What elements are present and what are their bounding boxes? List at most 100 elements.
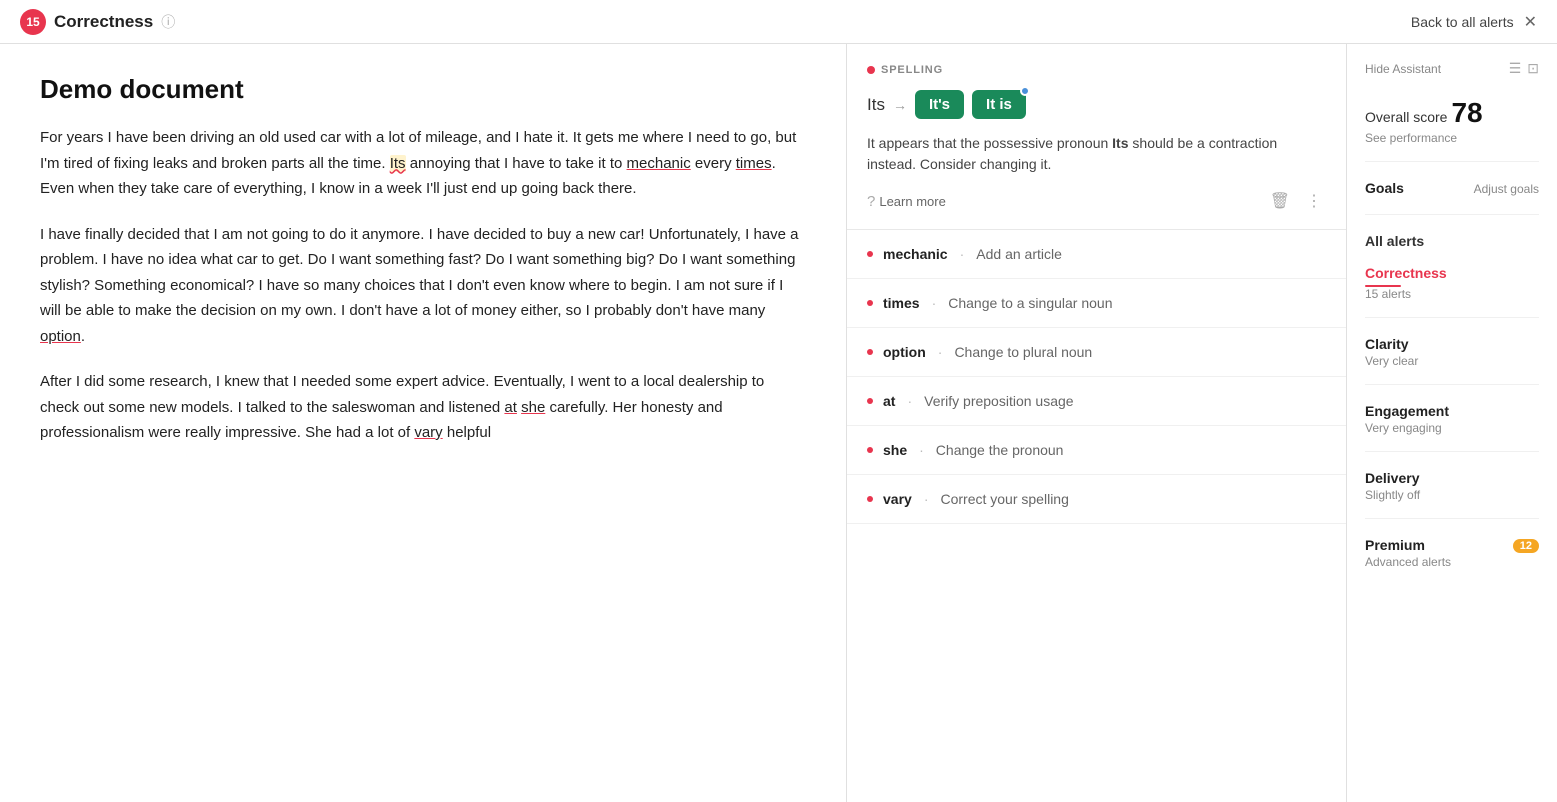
document-body: For years I have been driving an old use… (40, 125, 806, 446)
alert-suggestion: Verify preposition usage (924, 393, 1073, 409)
card-description: It appears that the possessive pronoun I… (867, 133, 1326, 175)
premium-section: Premium 12 Advanced alerts (1365, 537, 1539, 585)
alert-separator: · (938, 344, 943, 360)
card-desc-before: It appears that the possessive pronoun (867, 135, 1112, 151)
alert-item-vary[interactable]: vary · Correct your spelling (847, 475, 1346, 524)
correctness-section: Correctness 15 alerts (1365, 265, 1539, 318)
more-options-button[interactable]: ⋮ (1302, 189, 1326, 213)
document-area: Demo document For years I have been driv… (0, 44, 847, 802)
alert-word: vary (883, 491, 912, 507)
hide-assistant-link[interactable]: Hide Assistant (1365, 62, 1441, 76)
alert-dot (867, 300, 873, 306)
alert-item-she[interactable]: she · Change the pronoun (847, 426, 1346, 475)
overall-score-number: 78 (1451, 97, 1482, 129)
she-underline: she (521, 399, 545, 416)
info-icon[interactable]: ⓘ (161, 12, 175, 32)
alert-dot (867, 398, 873, 404)
top-bar: 15 Correctness ⓘ Back to all alerts ✕ (0, 0, 1557, 44)
alert-dot (867, 349, 873, 355)
alert-dot (867, 496, 873, 502)
option-underline: option (40, 328, 81, 345)
alert-suggestion: Change the pronoun (936, 442, 1064, 458)
at-underline: at (504, 399, 517, 416)
alert-item-option[interactable]: option · Change to plural noun (847, 328, 1346, 377)
middle-panel: SPELLING Its → It's It is It appears tha… (847, 44, 1347, 802)
delivery-nav-title[interactable]: Delivery (1365, 470, 1419, 486)
spelling-label-text: SPELLING (881, 64, 943, 76)
correctness-nav-title[interactable]: Correctness (1365, 265, 1447, 281)
alert-separator: · (907, 393, 912, 409)
arrow-icon: → (893, 97, 907, 113)
card-actions: 🗑 ⋮ (1266, 189, 1326, 213)
spelling-card: SPELLING Its → It's It is It appears tha… (847, 44, 1346, 230)
goals-section: Goals Adjust goals (1365, 180, 1539, 215)
clarity-section: Clarity Very clear (1365, 336, 1539, 385)
premium-row: Premium 12 (1365, 537, 1539, 555)
its-highlight[interactable]: Its (390, 155, 406, 172)
list-icon: ☰ (1509, 60, 1522, 77)
right-sidebar: Hide Assistant ☰ ⊡ Overall score 78 See … (1347, 44, 1557, 802)
sidebar-icons: ☰ ⊡ (1509, 60, 1539, 77)
alert-separator: · (924, 491, 929, 507)
spelling-label-row: SPELLING (867, 64, 1326, 76)
alert-suggestion: Change to a singular noun (948, 295, 1112, 311)
alert-suggestion: Add an article (976, 246, 1062, 262)
score-value-row: Overall score 78 (1365, 97, 1539, 129)
card-footer: ? Learn more 🗑 ⋮ (867, 189, 1326, 213)
engagement-section: Engagement Very engaging (1365, 403, 1539, 452)
suggestion-btn-2[interactable]: It is (972, 90, 1026, 119)
adjust-goals-link[interactable]: Adjust goals (1474, 182, 1539, 196)
clarity-nav-title[interactable]: Clarity (1365, 336, 1409, 352)
main-layout: Demo document For years I have been driv… (0, 44, 1557, 802)
all-alerts-nav: All alerts (1365, 233, 1539, 251)
learn-more-link[interactable]: ? Learn more (867, 193, 946, 210)
times-underline: times (736, 155, 772, 172)
top-bar-title: Correctness (54, 12, 153, 32)
alert-separator: · (919, 442, 924, 458)
alert-suggestion: Change to plural noun (954, 344, 1092, 360)
back-to-all-alerts-link[interactable]: Back to all alerts (1411, 14, 1514, 30)
goals-title[interactable]: Goals (1365, 180, 1404, 196)
alert-word: she (883, 442, 907, 458)
top-bar-right: Back to all alerts ✕ (1411, 12, 1537, 32)
score-section: Overall score 78 See performance (1365, 97, 1539, 162)
premium-badge: 12 (1513, 539, 1539, 553)
engagement-sub: Very engaging (1365, 421, 1539, 435)
correctness-alerts-count: 15 alerts (1365, 287, 1539, 301)
all-alerts-link[interactable]: All alerts (1365, 233, 1424, 249)
premium-nav-title[interactable]: Premium (1365, 537, 1425, 553)
top-bar-left: 15 Correctness ⓘ (20, 9, 175, 35)
vary-underline: vary (414, 424, 442, 441)
question-icon: ? (867, 193, 875, 210)
suggestion-row: Its → It's It is (867, 90, 1326, 119)
mechanic-underline: mechanic (627, 155, 691, 172)
alert-word: mechanic (883, 246, 948, 262)
close-button[interactable]: ✕ (1524, 12, 1537, 32)
alert-dot (867, 447, 873, 453)
suggestion-btn-1[interactable]: It's (915, 90, 964, 119)
delivery-sub: Slightly off (1365, 488, 1539, 502)
alert-word: times (883, 295, 920, 311)
alert-item-at[interactable]: at · Verify preposition usage (847, 377, 1346, 426)
original-word: Its (867, 95, 885, 115)
layout-icon: ⊡ (1527, 60, 1539, 77)
alert-dot (867, 251, 873, 257)
paragraph-1: For years I have been driving an old use… (40, 125, 806, 202)
alert-separator: · (960, 246, 965, 262)
delete-button[interactable]: 🗑 (1266, 189, 1294, 213)
alert-item-times[interactable]: times · Change to a singular noun (847, 279, 1346, 328)
engagement-nav-title[interactable]: Engagement (1365, 403, 1449, 419)
see-performance-link[interactable]: See performance (1365, 131, 1539, 145)
alert-suggestion: Correct your spelling (940, 491, 1068, 507)
alert-word: option (883, 344, 926, 360)
card-desc-bold: Its (1112, 135, 1128, 151)
correctness-badge: 15 (20, 9, 46, 35)
goals-row: Goals Adjust goals (1365, 180, 1539, 198)
blue-dot-indicator (1020, 86, 1030, 96)
clarity-sub: Very clear (1365, 354, 1539, 368)
sidebar-header: Hide Assistant ☰ ⊡ (1365, 60, 1539, 77)
document-title: Demo document (40, 74, 806, 105)
alert-item-mechanic[interactable]: mechanic · Add an article (847, 230, 1346, 279)
overall-score-label: Overall score (1365, 109, 1447, 125)
alert-list: mechanic · Add an article times · Change… (847, 230, 1346, 524)
